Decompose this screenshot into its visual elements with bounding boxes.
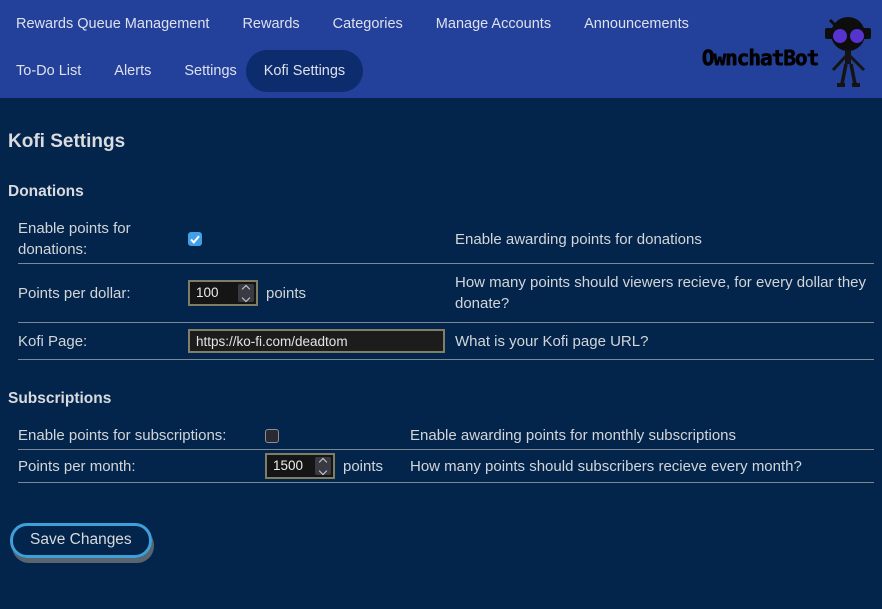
spinner-down-icon[interactable] [242, 293, 250, 301]
nav-row-secondary: To-Do List Alerts Settings Kofi Settings [16, 48, 363, 94]
number-value: 1500 [267, 455, 313, 477]
spinner-up-icon[interactable] [319, 457, 327, 465]
points-suffix-label: points [266, 285, 306, 302]
settings-row-points-per-month: Points per month: 1500 points How many p… [18, 450, 874, 483]
nav-item-announcements[interactable]: Announcements [584, 13, 689, 35]
ownchatbot-logo: OwnchatBot [702, 0, 876, 98]
tab-kofi-settings[interactable]: Kofi Settings [246, 50, 363, 92]
settings-row-points-per-dollar: Points per dollar: 100 points How many p… [18, 264, 874, 323]
field-label: Points per month: [18, 456, 265, 477]
save-changes-button[interactable]: Save Changes [10, 523, 152, 558]
section-title-subscriptions: Subscriptions [8, 390, 874, 408]
settings-row-enable-subscriptions: Enable points for subscriptions: Enable … [18, 422, 874, 450]
field-label: Points per dollar: [18, 283, 188, 304]
nav-item-settings[interactable]: Settings [184, 63, 236, 79]
number-value: 100 [190, 282, 236, 304]
nav-item-rewards-queue-management[interactable]: Rewards Queue Management [16, 13, 209, 35]
nav-item-manage-accounts[interactable]: Manage Accounts [436, 13, 551, 35]
field-description: Enable awarding points for monthly subsc… [410, 425, 874, 446]
nav-item-categories[interactable]: Categories [333, 13, 403, 35]
field-description: Enable awarding points for donations [455, 229, 874, 250]
settings-row-enable-donations: Enable points for donations: Enable awar… [18, 215, 874, 264]
field-description: What is your Kofi page URL? [455, 331, 874, 352]
number-spinner[interactable] [315, 457, 331, 475]
points-per-month-input[interactable]: 1500 [265, 453, 335, 479]
field-description: How many points should subscribers recie… [410, 456, 874, 477]
settings-row-kofi-page: Kofi Page: What is your Kofi page URL? [18, 323, 874, 360]
field-label: Kofi Page: [18, 331, 188, 352]
points-suffix-label: points [343, 458, 383, 475]
nav-item-todo-list[interactable]: To-Do List [16, 63, 81, 79]
nav-item-alerts[interactable]: Alerts [114, 63, 151, 79]
page-title: Kofi Settings [8, 131, 874, 153]
field-label: Enable points for subscriptions: [18, 425, 265, 446]
donations-settings-table: Enable points for donations: Enable awar… [18, 215, 874, 360]
spinner-down-icon[interactable] [319, 466, 327, 474]
points-per-dollar-input[interactable]: 100 [188, 280, 258, 306]
main-content: Kofi Settings Donations Enable points fo… [0, 131, 882, 558]
enable-subscriptions-checkbox[interactable] [265, 429, 279, 443]
subscriptions-settings-table: Enable points for subscriptions: Enable … [18, 422, 874, 483]
field-description: How many points should viewers recieve, … [455, 272, 874, 314]
kofi-page-input[interactable] [188, 329, 445, 353]
section-title-donations: Donations [8, 183, 874, 201]
checkmark-icon [190, 235, 200, 244]
robot-mascot-icon [820, 12, 876, 90]
spinner-up-icon[interactable] [242, 284, 250, 292]
field-label: Enable points for donations: [18, 218, 188, 260]
enable-donations-checkbox[interactable] [188, 232, 202, 246]
logo-wordmark: OwnchatBot [702, 46, 818, 70]
top-navigation: Rewards Queue Management Rewards Categor… [0, 0, 882, 98]
nav-item-rewards[interactable]: Rewards [242, 13, 299, 35]
nav-row-primary: Rewards Queue Management Rewards Categor… [16, 13, 689, 35]
number-spinner[interactable] [238, 284, 254, 302]
